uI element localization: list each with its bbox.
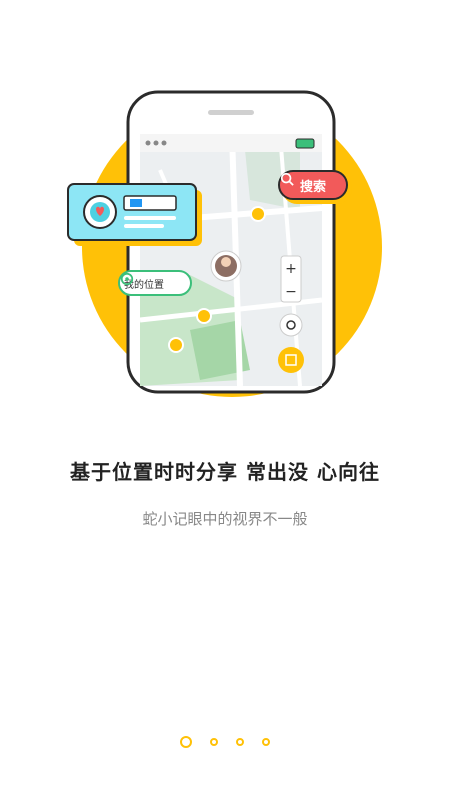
edit-icon [278, 347, 304, 373]
onboarding-illustration: + − 搜索 我的位置 [0, 0, 450, 430]
my-location-chip: 我的位置 [118, 270, 192, 296]
phone-map-illustration: + − [67, 90, 382, 397]
onboarding-subtitle: 蛇小记眼中的视界不一般 [142, 510, 308, 528]
pager-dots [0, 736, 450, 748]
zoom-in-icon: + [285, 261, 297, 277]
pager-dot[interactable] [210, 738, 218, 746]
map-pin [196, 308, 212, 324]
search-chip-label: 搜索 [299, 179, 326, 195]
map-pin [250, 206, 266, 222]
pager-dot-active[interactable] [180, 736, 192, 748]
target-icon [120, 272, 134, 286]
search-chip: 搜索 [278, 170, 348, 200]
onboarding-title: 基于位置时时分享 常出没 心向往 [70, 460, 380, 484]
pager-dot[interactable] [262, 738, 270, 746]
map-pin [168, 337, 184, 353]
search-icon [280, 172, 294, 186]
pager-dot[interactable] [236, 738, 244, 746]
zoom-out-icon: − [285, 284, 297, 300]
locate-icon [279, 313, 303, 337]
